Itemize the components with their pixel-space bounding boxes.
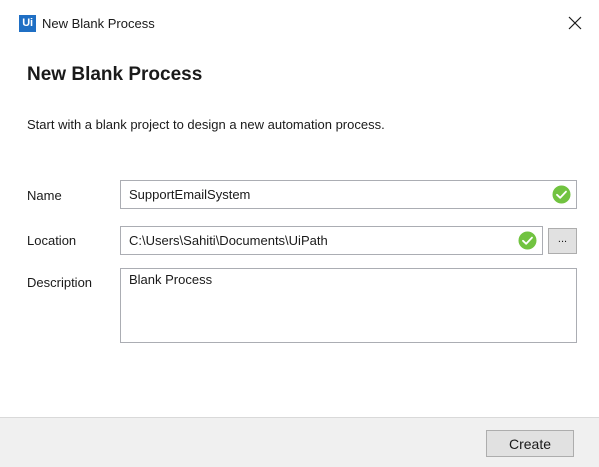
close-button[interactable] (560, 8, 590, 38)
name-input[interactable] (120, 180, 577, 209)
location-valid-check-icon (518, 231, 537, 250)
location-input[interactable] (120, 226, 543, 255)
title-bar: Ui New Blank Process (0, 0, 599, 46)
create-button[interactable]: Create (486, 430, 574, 457)
name-valid-check-icon (552, 185, 571, 204)
browse-location-button[interactable]: ... (548, 228, 577, 254)
dialog-description: Start with a blank project to design a n… (27, 117, 385, 132)
window-title: New Blank Process (42, 16, 155, 31)
dialog-footer: Create (0, 417, 599, 467)
description-label: Description (27, 275, 93, 290)
name-label: Name (27, 188, 62, 203)
uipath-logo-icon: Ui (19, 15, 36, 32)
location-label: Location (27, 233, 77, 248)
description-textarea[interactable] (120, 268, 577, 343)
close-icon (568, 16, 582, 30)
dialog-heading: New Blank Process (27, 64, 203, 85)
new-blank-process-dialog: Ui New Blank Process New Blank Process S… (0, 0, 599, 467)
